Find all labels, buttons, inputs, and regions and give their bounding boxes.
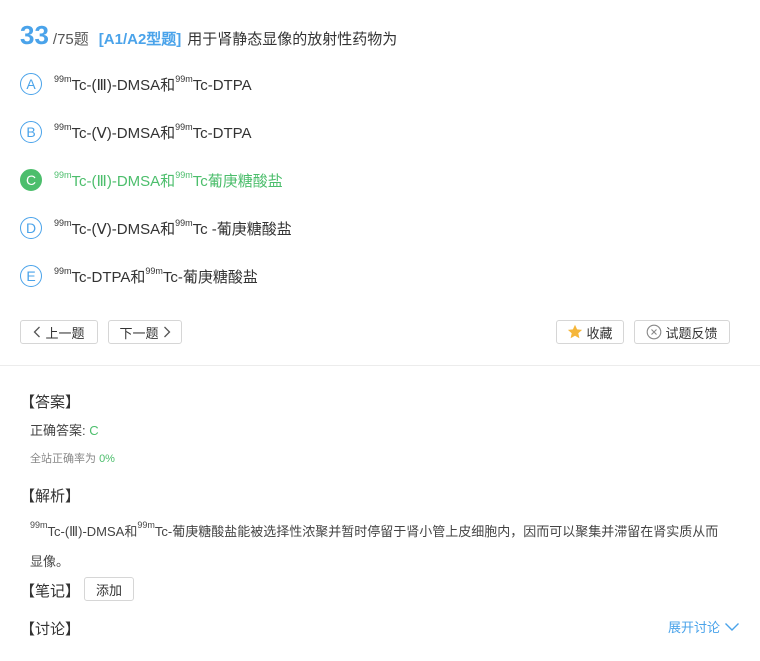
notes-title: 【笔记】 <box>20 583 81 600</box>
favorite-label: 收藏 <box>586 325 613 341</box>
question-panel: 33 /75题 [A1/A2型题] 用于肾静态显像的放射性药物为 A 99mTc… <box>0 0 760 366</box>
correct-answer-label: 正确答案: <box>30 423 90 438</box>
prev-question-button[interactable]: 上一题 <box>20 320 98 344</box>
correct-rate-line: 全站正确率为 0% <box>30 450 115 466</box>
option-d-part2: Tc -葡庚糖酸盐 <box>192 220 292 238</box>
section-divider <box>0 365 760 366</box>
add-note-button[interactable]: 添加 <box>84 577 134 601</box>
option-e[interactable]: E 99mTc-DTPA和99mTc-葡庚糖酸盐 <box>20 263 258 289</box>
star-icon <box>568 324 583 339</box>
option-e-part2: Tc-葡庚糖酸盐 <box>162 268 258 286</box>
option-a[interactable]: A 99mTc-(Ⅲ)-DMSA和99mTc-DTPA <box>20 71 252 97</box>
feedback-label: 试题反馈 <box>665 325 718 341</box>
option-a-part1: Tc-(Ⅲ)-DMSA和 <box>71 76 176 94</box>
option-a-letter: A <box>20 73 42 95</box>
analysis-title: 【解析】 <box>20 488 81 505</box>
feedback-button[interactable]: 试题反馈 <box>634 320 730 344</box>
expand-discussion-button[interactable]: 展开讨论 <box>668 617 740 636</box>
question-text: 用于肾静态显像的放射性药物为 <box>187 31 398 48</box>
next-question-button[interactable]: 下一题 <box>108 320 182 344</box>
isotope-sup: 99m <box>137 520 155 530</box>
isotope-sup: 99m <box>54 73 72 84</box>
option-e-letter: E <box>20 265 42 287</box>
isotope-sup: 99m <box>175 121 193 132</box>
analysis-text: 99mTc-(Ⅲ)-DMSA和99mTc-葡庚糖酸盐能被选择性浓聚并暂时停留于肾… <box>30 510 730 577</box>
isotope-sup: 99m <box>54 121 72 132</box>
close-circle-icon <box>647 324 662 340</box>
option-a-part2: Tc-DTPA <box>192 76 252 94</box>
question-number: 33 <box>20 20 49 50</box>
correct-rate-value: 0% <box>99 453 115 465</box>
isotope-sup: 99m <box>145 265 163 276</box>
question-type: [A1/A2型题] <box>98 31 182 48</box>
option-c[interactable]: C 99mTc-(Ⅲ)-DMSA和99mTc葡庚糖酸盐 <box>20 167 283 193</box>
isotope-sup: 99m <box>54 265 72 276</box>
isotope-sup: 99m <box>175 217 193 228</box>
isotope-sup: 99m <box>54 217 72 228</box>
option-b-text: 99mTc-(Ⅴ)-DMSA和99mTc-DTPA <box>54 122 252 143</box>
prev-question-label: 上一题 <box>45 325 85 341</box>
isotope-sup: 99m <box>175 73 193 84</box>
answer-title: 【答案】 <box>20 394 81 411</box>
chevron-down-icon <box>725 622 739 631</box>
chevron-right-icon <box>163 326 170 338</box>
option-c-text: 99mTc-(Ⅲ)-DMSA和99mTc葡庚糖酸盐 <box>54 170 283 191</box>
expand-discussion-label: 展开讨论 <box>667 620 720 635</box>
option-e-part1: Tc-DTPA和 <box>71 268 146 286</box>
analysis-part1: Tc-(Ⅲ)-DMSA和 <box>47 524 138 539</box>
option-e-text: 99mTc-DTPA和99mTc-葡庚糖酸盐 <box>54 266 258 287</box>
correct-answer-value: C <box>89 423 99 438</box>
discussion-title: 【讨论】 <box>20 621 81 638</box>
correct-rate-label: 全站正确率为 <box>30 453 100 465</box>
option-c-part2: Tc葡庚糖酸盐 <box>192 172 283 190</box>
option-d[interactable]: D 99mTc-(Ⅴ)-DMSA和99mTc -葡庚糖酸盐 <box>20 215 292 241</box>
isotope-sup: 99m <box>30 520 48 530</box>
next-question-label: 下一题 <box>119 325 159 341</box>
chevron-left-icon <box>34 326 41 338</box>
option-b[interactable]: B 99mTc-(Ⅴ)-DMSA和99mTc-DTPA <box>20 119 252 145</box>
option-c-part1: Tc-(Ⅲ)-DMSA和 <box>71 172 176 190</box>
question-total: /75题 <box>52 31 89 48</box>
question-header: 33 /75题 [A1/A2型题] 用于肾静态显像的放射性药物为 <box>20 20 397 52</box>
correct-answer-line: 正确答案: C <box>30 420 99 439</box>
isotope-sup: 99m <box>54 169 72 180</box>
option-d-text: 99mTc-(Ⅴ)-DMSA和99mTc -葡庚糖酸盐 <box>54 218 292 239</box>
option-a-text: 99mTc-(Ⅲ)-DMSA和99mTc-DTPA <box>54 74 252 95</box>
option-c-letter: C <box>20 169 42 191</box>
option-b-part2: Tc-DTPA <box>192 124 252 142</box>
favorite-button[interactable]: 收藏 <box>556 320 624 344</box>
option-b-letter: B <box>20 121 42 143</box>
option-d-part1: Tc-(Ⅴ)-DMSA和 <box>71 220 176 238</box>
isotope-sup: 99m <box>175 169 193 180</box>
option-b-part1: Tc-(Ⅴ)-DMSA和 <box>71 124 176 142</box>
option-d-letter: D <box>20 217 42 239</box>
